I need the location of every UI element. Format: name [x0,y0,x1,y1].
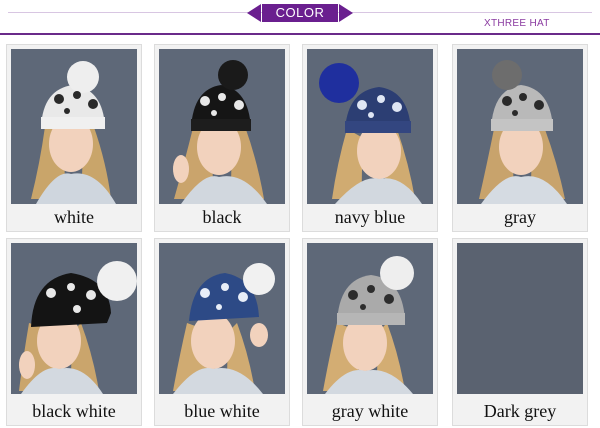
color-option-card[interactable]: navy blue [302,44,438,232]
color-option-card[interactable]: white [6,44,142,232]
model-with-hat-image [11,243,137,394]
color-label: blue white [184,401,260,421]
color-option-card[interactable]: Dark grey [452,238,588,426]
model-with-hat-image [159,49,285,204]
color-option-card[interactable]: black white [6,238,142,426]
model-with-hat-image [159,243,285,394]
color-header: COLOR XTHREE HAT [0,0,600,40]
color-label: white [54,207,94,227]
color-label: black white [32,401,116,421]
color-label: navy blue [334,207,406,227]
header-divider-bottom [0,33,600,35]
color-option-card[interactable]: blue white [154,238,290,426]
product-photo [11,243,137,394]
model-with-hat-image [11,49,137,204]
product-photo [457,49,583,204]
model-with-hat-image [307,243,433,394]
product-photo [457,243,583,394]
color-label: black [202,207,242,227]
color-label: gray [504,207,536,227]
color-label: gray white [331,401,409,421]
product-photo [307,243,433,394]
product-photo [159,243,285,394]
model-with-hat-image [457,49,583,204]
banner-right-ribbon [339,4,353,22]
product-photo [307,49,433,204]
color-option-card[interactable]: black [154,44,290,232]
product-photo [11,49,137,204]
color-option-card[interactable]: gray white [302,238,438,426]
product-photo [159,49,285,204]
color-option-card[interactable]: gray [452,44,588,232]
model-with-hat-image [307,49,433,204]
banner-left-ribbon [247,4,261,22]
color-label: Dark grey [483,401,557,421]
brand-name: XTHREE HAT [484,18,550,29]
color-banner: COLOR [262,4,338,22]
dark-grey-swatch-image [457,243,583,394]
